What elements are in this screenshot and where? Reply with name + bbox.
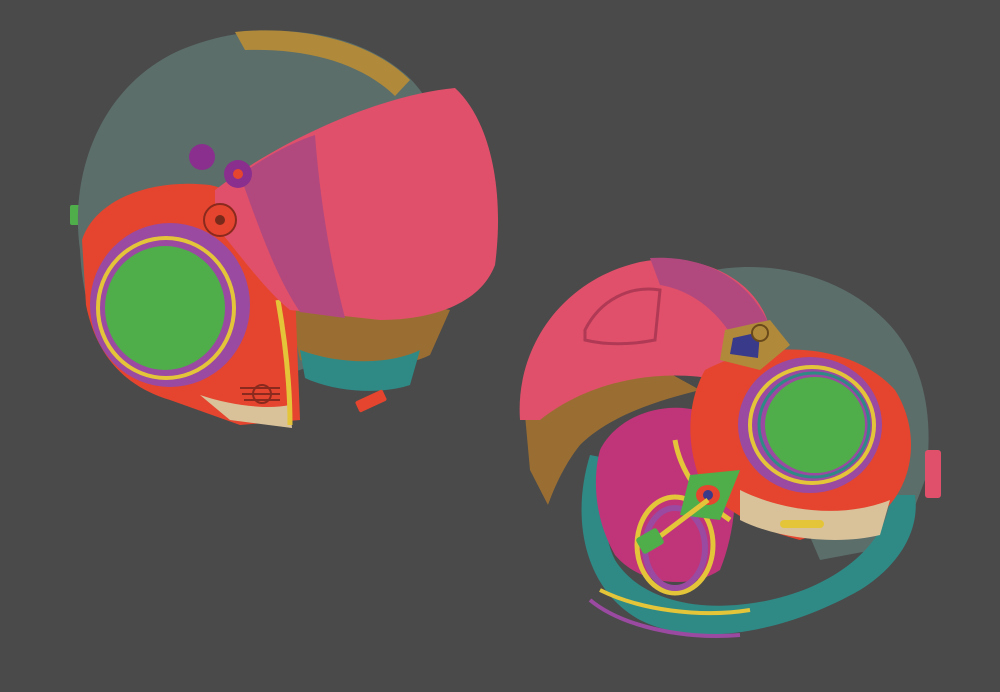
left-helmet-green-lens (105, 246, 225, 370)
right-helmet-side-tab (925, 450, 941, 498)
left-helmet-stud-2-center (233, 169, 243, 179)
right-helmet-pivot-screw (751, 324, 769, 342)
right-helmet-green-lens (765, 377, 865, 473)
left-helmet-vent-grille (240, 384, 280, 404)
left-helmet-pivot-screw (215, 215, 225, 225)
right-helmet-slot (780, 520, 824, 528)
render-viewport (0, 0, 1000, 692)
helmet-render-image (0, 0, 1000, 692)
left-helmet-stud-1 (189, 144, 215, 170)
